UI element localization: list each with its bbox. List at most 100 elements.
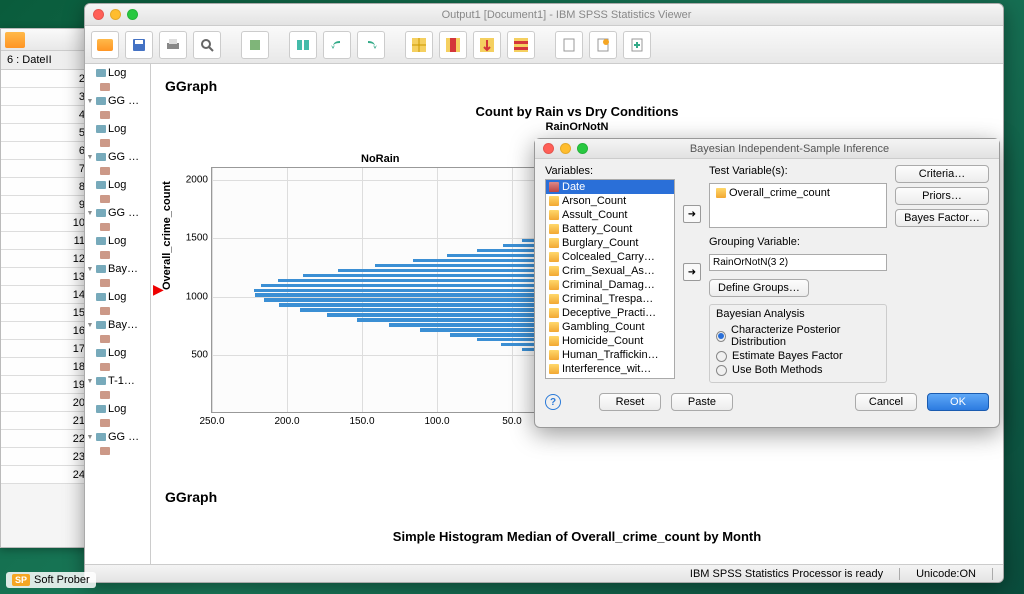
goto-var-button[interactable] [439,31,467,59]
variables-listbox[interactable]: DateArson_CountAssult_CountBattery_Count… [545,179,675,379]
variable-item[interactable]: Human_Traffickin… [546,348,674,362]
tree-subitem[interactable] [86,276,149,290]
testvar-item[interactable]: Overall_crime_count [713,186,883,200]
tree-subitem[interactable] [86,388,149,402]
row-header[interactable]: 9 [1,196,89,214]
row-header[interactable]: 15 [1,304,89,322]
cancel-button[interactable]: Cancel [855,393,917,411]
row-header[interactable]: 8 [1,178,89,196]
row-header[interactable]: 4 [1,106,89,124]
close-icon[interactable] [93,9,104,20]
reset-button[interactable]: Reset [599,393,661,411]
tree-item[interactable]: Log [86,66,149,80]
variable-item[interactable]: Burglary_Count [546,236,674,250]
help-button[interactable]: ? [545,394,561,410]
tree-subitem[interactable] [86,136,149,150]
row-header[interactable]: 18 [1,358,89,376]
tree-item[interactable]: Log [86,402,149,416]
paste-button[interactable]: Paste [671,393,733,411]
tree-item[interactable]: Log [86,122,149,136]
variable-item[interactable]: Criminal_Trespa… [546,292,674,306]
undo-button[interactable] [323,31,351,59]
tree-item[interactable]: ▼T-1… [86,374,149,388]
criteria-button[interactable]: Criteria… [895,165,989,183]
row-header[interactable]: 21 [1,412,89,430]
radio-option[interactable]: Use Both Methods [716,363,880,377]
row-header[interactable]: 16 [1,322,89,340]
variable-item[interactable]: Arson_Count [546,194,674,208]
row-header[interactable]: 24 [1,466,89,484]
row-header[interactable]: 19 [1,376,89,394]
print-button[interactable] [159,31,187,59]
row-header[interactable]: 7 [1,160,89,178]
preview-button[interactable] [193,31,221,59]
tree-subitem[interactable] [86,220,149,234]
redo-button[interactable] [357,31,385,59]
tree-item[interactable]: ▼GG … [86,150,149,164]
row-header[interactable]: 6 [1,142,89,160]
tree-subitem[interactable] [86,416,149,430]
zoom-icon[interactable] [577,143,588,154]
minimize-icon[interactable] [110,9,121,20]
dialog-recall-button[interactable] [289,31,317,59]
row-header[interactable]: 14 [1,286,89,304]
variable-item[interactable]: Colcealed_Carry… [546,250,674,264]
zoom-icon[interactable] [127,9,138,20]
tree-subitem[interactable] [86,80,149,94]
row-header[interactable]: 20 [1,394,89,412]
move-to-testvar-button[interactable]: ➜ [683,205,701,223]
open-file-icon[interactable] [5,32,25,48]
ok-button[interactable]: OK [927,393,989,411]
tree-item[interactable]: Log [86,178,149,192]
tree-item[interactable]: ▼GG … [86,94,149,108]
variable-item[interactable]: Gambling_Count [546,320,674,334]
variables-button[interactable] [473,31,501,59]
tree-item[interactable]: ▼GG … [86,430,149,444]
radio-option[interactable]: Estimate Bayes Factor [716,349,880,363]
variable-item[interactable]: Intimidation_Count [546,376,674,379]
tree-item[interactable]: ▼Bay… [86,318,149,332]
variable-item[interactable]: Crim_Sexual_As… [546,264,674,278]
move-to-grouping-button[interactable]: ➜ [683,263,701,281]
priors-button[interactable]: Priors… [895,187,989,205]
radio-option[interactable]: Characterize Posterior Distribution [716,323,880,349]
tree-subitem[interactable] [86,332,149,346]
define-groups-button[interactable]: Define Groups… [709,279,809,297]
row-header[interactable]: 5 [1,124,89,142]
testvar-listbox[interactable]: Overall_crime_count [709,183,887,228]
insert-title-button[interactable] [589,31,617,59]
save-button[interactable] [125,31,153,59]
insert-text-button[interactable] [623,31,651,59]
tree-item[interactable]: Log [86,234,149,248]
bayesfactor-button[interactable]: Bayes Factor… [895,209,989,227]
tree-subitem[interactable] [86,248,149,262]
open-button[interactable] [91,31,119,59]
tree-item[interactable]: ▼Bay… [86,262,149,276]
tree-item[interactable]: Log [86,290,149,304]
tree-subitem[interactable] [86,192,149,206]
select-cases-button[interactable] [507,31,535,59]
grouping-variable-input[interactable] [709,254,887,271]
variable-item[interactable]: Date [546,180,674,194]
variable-item[interactable]: Criminal_Damag… [546,278,674,292]
minimize-icon[interactable] [560,143,571,154]
row-header[interactable]: 10 [1,214,89,232]
tree-subitem[interactable] [86,304,149,318]
row-header[interactable]: 3 [1,88,89,106]
row-header[interactable]: 12 [1,250,89,268]
tree-item[interactable]: Log [86,346,149,360]
tree-subitem[interactable] [86,108,149,122]
row-header[interactable]: 13 [1,268,89,286]
row-header[interactable]: 17 [1,340,89,358]
goto-case-button[interactable] [405,31,433,59]
variable-item[interactable]: Battery_Count [546,222,674,236]
variable-item[interactable]: Interference_wit… [546,362,674,376]
row-header[interactable]: 11 [1,232,89,250]
tree-subitem[interactable] [86,164,149,178]
insert-heading-button[interactable] [555,31,583,59]
tree-subitem[interactable] [86,360,149,374]
row-header[interactable]: 2 [1,70,89,88]
tree-subitem[interactable] [86,444,149,458]
row-header[interactable]: 22 [1,430,89,448]
row-header[interactable]: 23 [1,448,89,466]
